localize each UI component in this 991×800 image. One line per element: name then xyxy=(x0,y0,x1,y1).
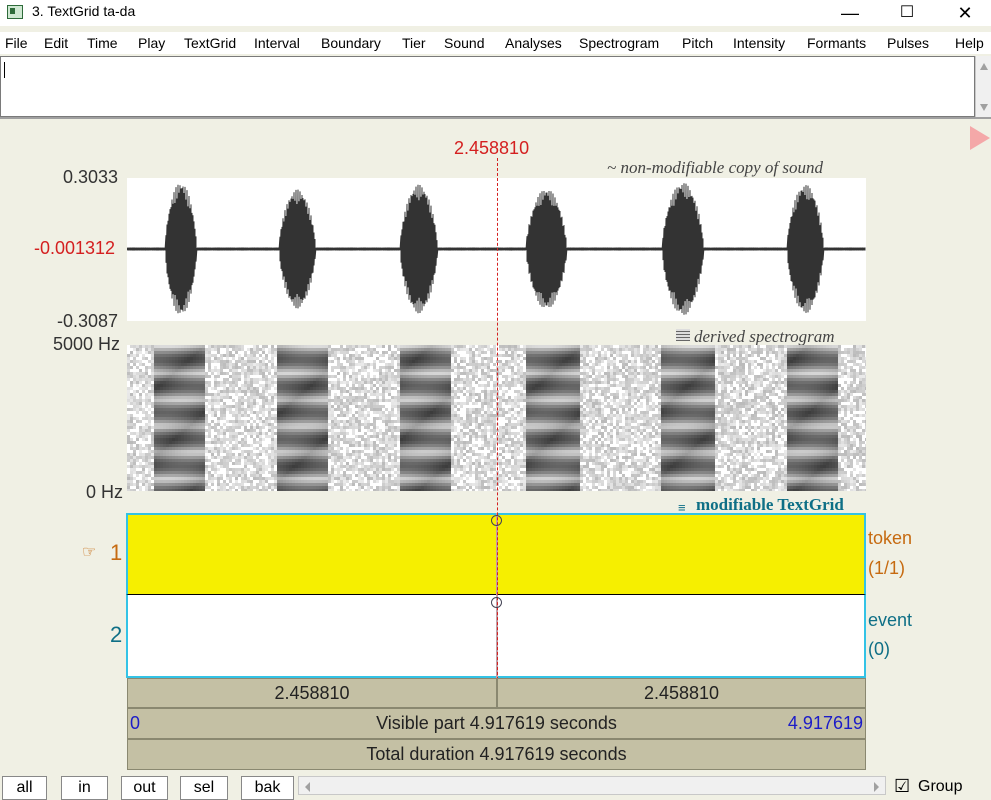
menu-pulses[interactable]: Pulses xyxy=(887,35,929,51)
spectrogram-f-max: 5000 Hz xyxy=(53,334,121,354)
pointer-hand-icon: ☞ xyxy=(82,544,97,561)
menu-textgrid[interactable]: TextGrid xyxy=(184,35,236,51)
menu-formants[interactable]: Formants xyxy=(807,35,866,51)
right-time-bar[interactable]: 2.458810 xyxy=(497,678,866,708)
cursor-time-label: 2.458810 xyxy=(454,138,530,158)
maximize-button[interactable]: ☐ xyxy=(884,0,930,26)
tier-1-count: (1/1) xyxy=(868,558,906,578)
text-scrollbar[interactable] xyxy=(975,56,991,117)
sound-y-min: -0.3087 xyxy=(57,311,119,331)
tier-1-name: token xyxy=(868,528,913,548)
sound-y-cursor: -0.001312 xyxy=(34,238,116,258)
visible-end: 4.917619 xyxy=(787,713,863,733)
menu-spectrogram[interactable]: Spectrogram xyxy=(579,35,659,51)
title-bar: 3. TextGrid ta-da — ☐ ✕ xyxy=(0,0,991,26)
menu-sound[interactable]: Sound xyxy=(444,35,484,51)
play-icon[interactable] xyxy=(970,126,990,150)
spectrogram-f-min: 0 Hz xyxy=(86,482,124,502)
menu-help[interactable]: Help xyxy=(955,35,984,51)
interval-text-field[interactable] xyxy=(0,56,975,117)
zoom-sel-button[interactable]: sel xyxy=(180,776,228,800)
menu-intensity[interactable]: Intensity xyxy=(733,35,785,51)
tier-2-number[interactable]: 2 xyxy=(110,622,122,648)
textgrid-label: modifiable TextGrid xyxy=(696,495,844,514)
boundary-handle-tier-2[interactable] xyxy=(491,597,502,608)
visible-part-text: Visible part 4.917619 seconds xyxy=(376,713,617,733)
tier-2-name: event xyxy=(868,610,913,630)
zoom-out-button[interactable]: out xyxy=(121,776,168,800)
menu-tier[interactable]: Tier xyxy=(402,35,426,51)
group-label: Group xyxy=(918,778,963,795)
left-time-bar[interactable]: 2.458810 xyxy=(127,678,497,708)
visible-part-bar[interactable]: 0 Visible part 4.917619 seconds 4.917619 xyxy=(127,708,866,739)
window-title: 3. TextGrid ta-da xyxy=(32,3,136,19)
text-caret xyxy=(4,62,5,78)
sound-y-max: 0.3033 xyxy=(63,167,119,187)
boundary-handle-tier-1[interactable] xyxy=(491,515,502,526)
menu-time[interactable]: Time xyxy=(87,35,118,51)
zoom-all-button[interactable]: all xyxy=(2,776,47,800)
total-duration-bar[interactable]: Total duration 4.917619 seconds xyxy=(127,739,866,770)
menu-edit[interactable]: Edit xyxy=(44,35,68,51)
tier-2-count: (0) xyxy=(868,639,890,659)
scroll-arrows-icon xyxy=(305,782,879,792)
spectrogram-label: derived spectrogram xyxy=(694,327,835,346)
visible-start: 0 xyxy=(130,713,141,733)
menu-boundary[interactable]: Boundary xyxy=(321,35,381,51)
group-checkbox[interactable]: ☑ xyxy=(894,776,910,796)
minimize-button[interactable]: — xyxy=(827,0,873,26)
horizontal-scrollbar[interactable] xyxy=(298,776,886,795)
menu-bar: File Edit Time Play TextGrid Interval Bo… xyxy=(0,32,991,54)
zoom-back-button[interactable]: bak xyxy=(241,776,294,800)
menu-analyses[interactable]: Analyses xyxy=(505,35,562,51)
app-icon xyxy=(7,5,23,19)
menu-file[interactable]: File xyxy=(5,35,28,51)
sound-label: ~ non-modifiable copy of sound xyxy=(607,158,824,177)
menu-interval[interactable]: Interval xyxy=(254,35,300,51)
close-button[interactable]: ✕ xyxy=(942,0,988,26)
zoom-in-button[interactable]: in xyxy=(61,776,108,800)
spectrogram-icon xyxy=(676,329,690,341)
menu-play[interactable]: Play xyxy=(138,35,165,51)
scroll-arrows-icon xyxy=(980,63,988,111)
separator xyxy=(0,117,991,119)
tier-1-number[interactable]: 1 xyxy=(110,540,122,566)
menu-pitch[interactable]: Pitch xyxy=(682,35,713,51)
